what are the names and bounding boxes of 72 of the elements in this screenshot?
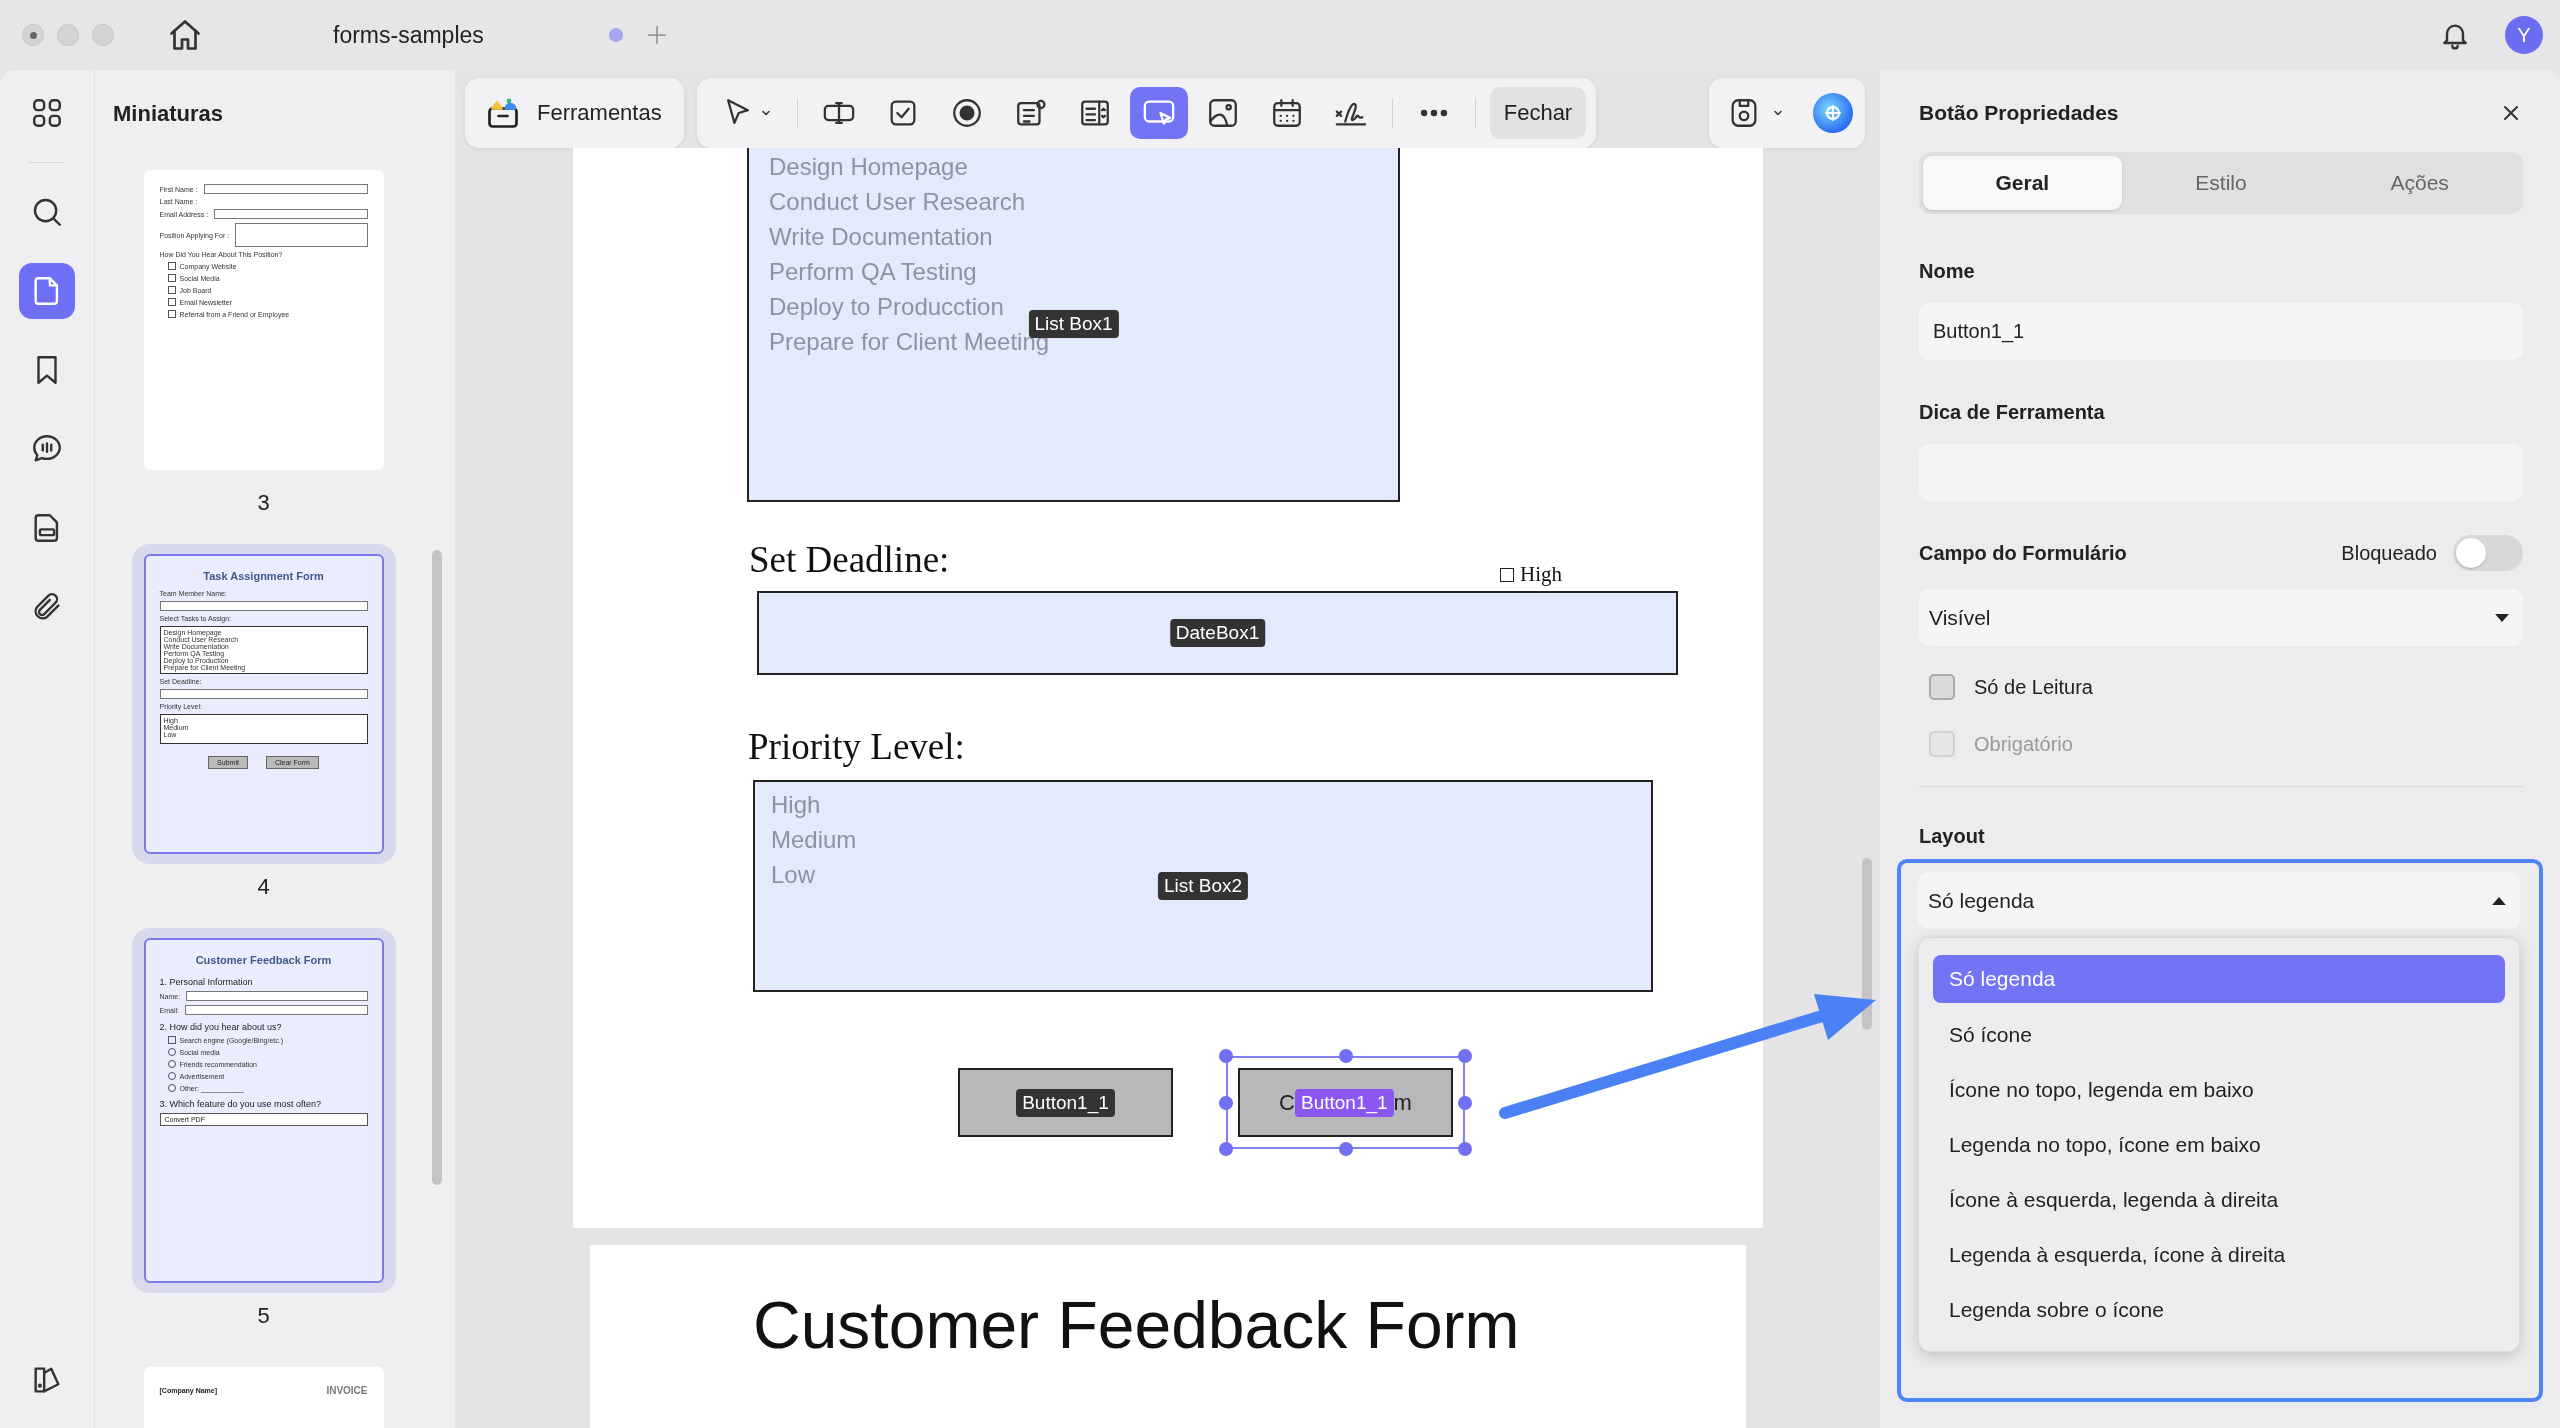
menu-item[interactable]: Ícone à esquerda, legenda à direita bbox=[1933, 1172, 2505, 1227]
page-number: 5 bbox=[257, 1303, 270, 1329]
button-caption: m bbox=[1393, 1089, 1412, 1116]
thumbnail-checkbox bbox=[167, 298, 176, 306]
name-field[interactable]: Button1_1 bbox=[1919, 303, 2523, 360]
assistant-button[interactable] bbox=[1813, 93, 1853, 133]
dropdown-arrow-icon[interactable] bbox=[2495, 613, 2509, 622]
thumbnail-text: 1. Personal Information bbox=[159, 977, 254, 987]
thumbnail-title: Customer Feedback Form bbox=[194, 954, 333, 966]
menu-item[interactable]: Só ícone bbox=[1933, 1007, 2505, 1062]
field-label: Campo do Formulário bbox=[1919, 541, 2127, 566]
thumbnail-checkbox bbox=[167, 262, 176, 270]
selection-handles[interactable] bbox=[1219, 1049, 1472, 1156]
date-field[interactable]: DateBox1 bbox=[757, 591, 1678, 675]
thumbnail-checkbox bbox=[167, 1036, 176, 1044]
field-label: DateBox1 bbox=[1169, 619, 1266, 647]
field-label: List Box1 bbox=[1028, 310, 1119, 338]
page-thumbnail[interactable] bbox=[131, 928, 396, 1293]
document-tab[interactable]: forms-samples bbox=[313, 8, 643, 62]
field-label: Layout bbox=[1919, 824, 1986, 849]
page-title: Customer Feedback Form bbox=[753, 1287, 1521, 1363]
form-button[interactable]: Button1_1 bbox=[958, 1068, 1173, 1137]
menu-item[interactable]: Ícone no topo, legenda em baixo bbox=[1933, 1062, 2505, 1117]
scrollbar-thumb[interactable] bbox=[1862, 858, 1872, 1030]
home-button[interactable] bbox=[167, 17, 203, 53]
field-label: Dica de Ferramenta bbox=[1919, 400, 2106, 425]
thumbnail-title: INVOICE bbox=[326, 1385, 368, 1396]
checkbox-label: High bbox=[1520, 562, 1562, 587]
checkbox-label: Obrigatório bbox=[1974, 732, 2073, 756]
user-avatar[interactable]: Y bbox=[2505, 16, 2543, 54]
checkbox[interactable] bbox=[1929, 674, 1955, 700]
toggle-switch[interactable] bbox=[2453, 535, 2523, 571]
thumbnail-title: Task Assignment Form bbox=[202, 570, 325, 582]
page-number: 3 bbox=[257, 490, 270, 516]
menu-item[interactable]: Só legenda bbox=[1933, 955, 2505, 1003]
field-label: List Box2 bbox=[1157, 872, 1249, 900]
thumbnail-text: 2. How did you hear about us? bbox=[159, 1022, 283, 1032]
field-label: Button1_1 bbox=[1294, 1088, 1394, 1117]
visibility-dropdown[interactable]: Visível bbox=[1919, 589, 2523, 646]
toggle-label: Bloqueado bbox=[2341, 541, 2437, 565]
page-number: 4 bbox=[257, 874, 270, 900]
menu-item[interactable]: Legenda no topo, ícone em baixo bbox=[1933, 1117, 2505, 1172]
layout-dropdown[interactable]: Só legenda bbox=[1918, 872, 2520, 929]
button-tool[interactable] bbox=[1129, 87, 1188, 139]
dropdown-arrow-icon[interactable] bbox=[2492, 896, 2506, 905]
tab-title: forms-samples bbox=[333, 21, 484, 49]
grid-icon[interactable] bbox=[30, 96, 64, 130]
form-button[interactable]: C Button1_1 m bbox=[1238, 1068, 1453, 1137]
thumbnail-text: 3. Which feature do you use most often? bbox=[159, 1099, 323, 1109]
checkbox-label: Só de Leitura bbox=[1974, 675, 2093, 699]
tab[interactable]: Estilo bbox=[2121, 156, 2321, 210]
scrollbar-thumb[interactable] bbox=[432, 550, 442, 1185]
thumbnail-checkbox bbox=[167, 286, 176, 294]
checkbox[interactable] bbox=[1500, 567, 1514, 582]
close-button[interactable]: Fechar bbox=[1489, 87, 1587, 139]
field-label: Nome bbox=[1919, 259, 1976, 284]
section-heading: Set Deadline: bbox=[749, 538, 950, 581]
panel-title: Botão Propriedades bbox=[1919, 101, 2119, 125]
menu-item[interactable]: Legenda sobre o ícone bbox=[1933, 1282, 2505, 1337]
button-caption: C bbox=[1279, 1089, 1295, 1116]
tab[interactable]: Ações bbox=[2320, 156, 2519, 210]
thumbnail-checkbox bbox=[167, 310, 176, 318]
tab[interactable]: Geral bbox=[1923, 156, 2122, 210]
page-thumbnail[interactable] bbox=[131, 544, 396, 864]
panel-title: Miniaturas bbox=[113, 101, 225, 127]
tools-button[interactable]: Ferramentas bbox=[465, 78, 684, 148]
window-control[interactable] bbox=[22, 24, 44, 46]
thumbnail-checkbox bbox=[167, 274, 176, 282]
pages-button[interactable] bbox=[19, 263, 75, 319]
menu-item[interactable]: Legenda à esquerda, ícone à direita bbox=[1933, 1227, 2505, 1282]
section-heading: Priority Level: bbox=[748, 725, 966, 768]
field-label: Button1_1 bbox=[1016, 1088, 1115, 1117]
